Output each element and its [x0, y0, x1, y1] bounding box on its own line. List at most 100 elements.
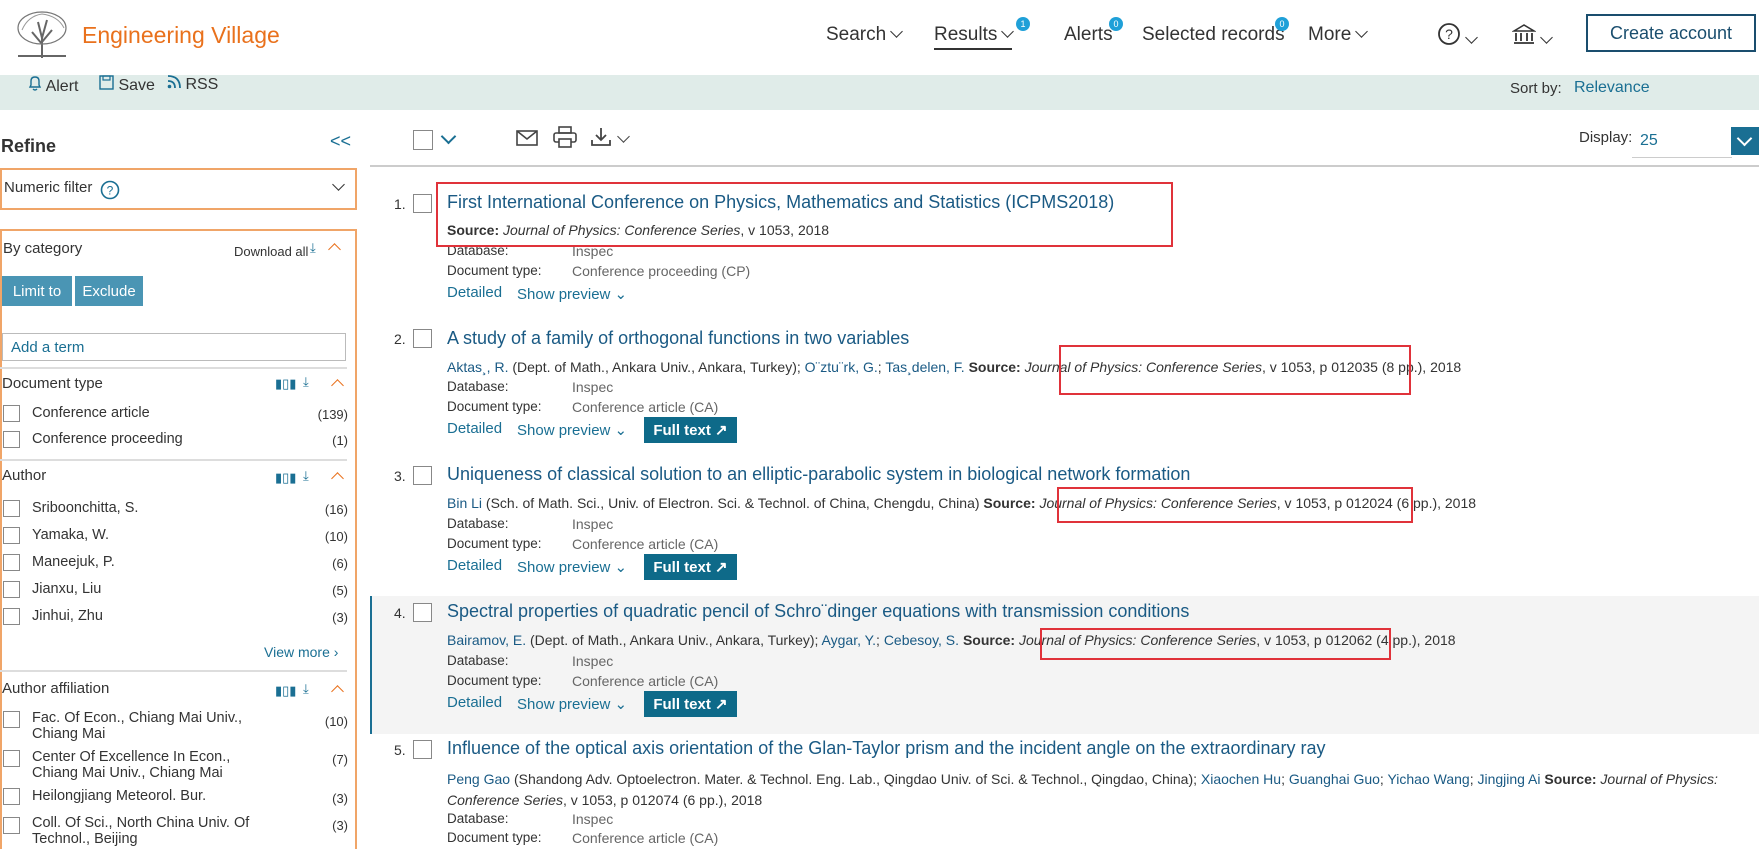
result-title[interactable]: Influence of the optical axis orientatio…	[447, 738, 1326, 759]
exclude-button[interactable]: Exclude	[75, 276, 143, 306]
chart-icon[interactable]: ▮▯▮	[275, 470, 296, 486]
filter-checkbox[interactable]	[3, 500, 20, 517]
filter-checkbox[interactable]	[3, 554, 20, 571]
filter-checkbox[interactable]	[3, 527, 20, 544]
download-icon[interactable]	[590, 127, 612, 147]
filter-checkbox[interactable]	[3, 711, 20, 728]
download-icon[interactable]: ⤓	[310, 240, 316, 256]
chart-icon[interactable]: ▮▯▮	[275, 376, 296, 392]
filter-checkbox[interactable]	[3, 405, 20, 422]
elsevier-tree-logo[interactable]	[14, 10, 70, 60]
author-link[interactable]: Jingjing Ai	[1477, 771, 1540, 787]
filter-checkbox[interactable]	[3, 817, 20, 834]
author-link[interactable]: Bin Li	[447, 495, 482, 511]
chevron-up-icon[interactable]	[328, 243, 341, 256]
full-text-button[interactable]: Full text ↗	[644, 691, 737, 717]
help-menu[interactable]: ?	[1437, 22, 1478, 52]
chevron-down-icon	[1001, 25, 1015, 38]
numeric-filter[interactable]: Numeric filter ?	[0, 168, 357, 210]
download-icon[interactable]: ⤓	[303, 374, 309, 390]
select-all-checkbox[interactable]	[413, 130, 433, 150]
rss-action[interactable]: RSS	[167, 75, 218, 94]
author-link[interactable]: O¨ztu¨rk, G.	[805, 359, 878, 375]
show-preview-link[interactable]: Show preview ⌄	[517, 421, 627, 439]
results-divider	[370, 165, 1759, 167]
author-link[interactable]: Bairamov, E.	[447, 632, 526, 648]
view-more-link[interactable]: View more ›	[264, 644, 338, 660]
filter-checkbox[interactable]	[3, 750, 20, 767]
doctype-value: Conference proceeding (CP)	[572, 263, 751, 279]
filter-checkbox[interactable]	[3, 788, 20, 805]
filter-item-label: Yamaka, W.	[32, 527, 110, 543]
sort-select[interactable]: Relevance	[1574, 79, 1650, 97]
author-link[interactable]: Aygar, Y.	[822, 632, 877, 648]
detailed-link[interactable]: Detailed	[447, 420, 502, 437]
result-title[interactable]: A study of a family of orthogonal functi…	[447, 328, 909, 349]
result-authors-source-line: Peng Gao (Shandong Adv. Optoelectron. Ma…	[447, 771, 1718, 808]
show-preview-link[interactable]: Show preview ⌄	[517, 695, 627, 713]
filter-item-label: Jinhui, Zhu	[32, 608, 103, 624]
display-dropdown-button[interactable]	[1731, 127, 1759, 155]
download-icon[interactable]: ⤓	[303, 681, 309, 697]
author-link[interactable]: Peng Gao	[447, 771, 510, 787]
save-action[interactable]: Save	[99, 75, 155, 95]
create-account-button[interactable]: Create account	[1586, 14, 1756, 52]
result-title[interactable]: First International Conference on Physic…	[447, 192, 1114, 213]
display-select[interactable]: 25	[1632, 124, 1732, 158]
author-link[interactable]: Aktas¸, R.	[447, 359, 508, 375]
nav-alerts[interactable]: Alerts	[1064, 24, 1113, 46]
result-number: 3.	[394, 468, 406, 484]
result-checkbox[interactable]	[413, 194, 432, 213]
email-icon[interactable]	[516, 128, 538, 148]
chevron-down-icon[interactable]	[617, 130, 630, 143]
full-text-button[interactable]: Full text ↗	[644, 417, 737, 443]
detailed-link[interactable]: Detailed	[447, 557, 502, 574]
institution-menu[interactable]	[1511, 22, 1553, 52]
author-link[interactable]: Guanghai Guo	[1289, 771, 1380, 787]
result-checkbox[interactable]	[413, 740, 432, 759]
database-value: Inspec	[572, 811, 614, 827]
download-all-link[interactable]: Download all	[234, 244, 308, 259]
section-author[interactable]: Author	[2, 467, 46, 484]
filter-item-count: (5)	[332, 583, 348, 598]
alert-action[interactable]: Alert	[28, 75, 78, 96]
result-title[interactable]: Spectral properties of quadratic pencil …	[447, 601, 1189, 622]
limit-to-button[interactable]: Limit to	[2, 276, 72, 306]
nav-search[interactable]: Search	[826, 24, 904, 46]
nav-more[interactable]: More	[1308, 24, 1369, 46]
full-text-button[interactable]: Full text ↗	[644, 554, 737, 580]
show-preview-link[interactable]: Show preview ⌄	[517, 558, 627, 576]
nav-selected-records[interactable]: Selected records	[1142, 24, 1285, 46]
add-term-input[interactable]: Add a term	[2, 333, 346, 361]
chevron-down-icon[interactable]	[440, 128, 457, 145]
author-link[interactable]: Yichao Wang	[1387, 771, 1469, 787]
brand-name[interactable]: Engineering Village	[82, 22, 280, 49]
author-link[interactable]: Cebesoy, S.	[884, 632, 959, 648]
filter-checkbox[interactable]	[3, 431, 20, 448]
result-checkbox[interactable]	[413, 466, 432, 485]
filter-item-count: (139)	[317, 407, 348, 422]
filter-checkbox[interactable]	[3, 608, 20, 625]
section-author-affiliation[interactable]: Author affiliation	[2, 680, 109, 697]
result-title[interactable]: Uniqueness of classical solution to an e…	[447, 464, 1190, 485]
help-circle-icon: ?	[1438, 23, 1460, 45]
chevron-down-icon	[1355, 25, 1369, 38]
show-preview-link[interactable]: Show preview ⌄	[517, 285, 627, 303]
filter-item-label: Heilongjiang Meteorol. Bur.	[32, 788, 207, 804]
print-icon[interactable]	[553, 126, 577, 148]
collapse-sidebar-button[interactable]: <<	[330, 131, 351, 152]
chart-icon[interactable]: ▮▯▮	[275, 683, 296, 699]
author-link[interactable]: Xiaochen Hu	[1201, 771, 1281, 787]
detailed-link[interactable]: Detailed	[447, 284, 502, 301]
result-checkbox[interactable]	[413, 329, 432, 348]
filter-item-count: (10)	[324, 714, 348, 729]
filter-checkbox[interactable]	[3, 581, 20, 598]
section-document-type[interactable]: Document type	[2, 375, 103, 392]
help-circle-icon[interactable]: ?	[100, 180, 120, 200]
detailed-link[interactable]: Detailed	[447, 694, 502, 711]
nav-results[interactable]: Results	[934, 24, 1015, 50]
doctype-label: Document type:	[447, 673, 542, 688]
result-checkbox[interactable]	[413, 603, 432, 622]
download-icon[interactable]: ⤓	[303, 468, 309, 484]
author-link[interactable]: Tas¸delen, F.	[885, 359, 964, 375]
